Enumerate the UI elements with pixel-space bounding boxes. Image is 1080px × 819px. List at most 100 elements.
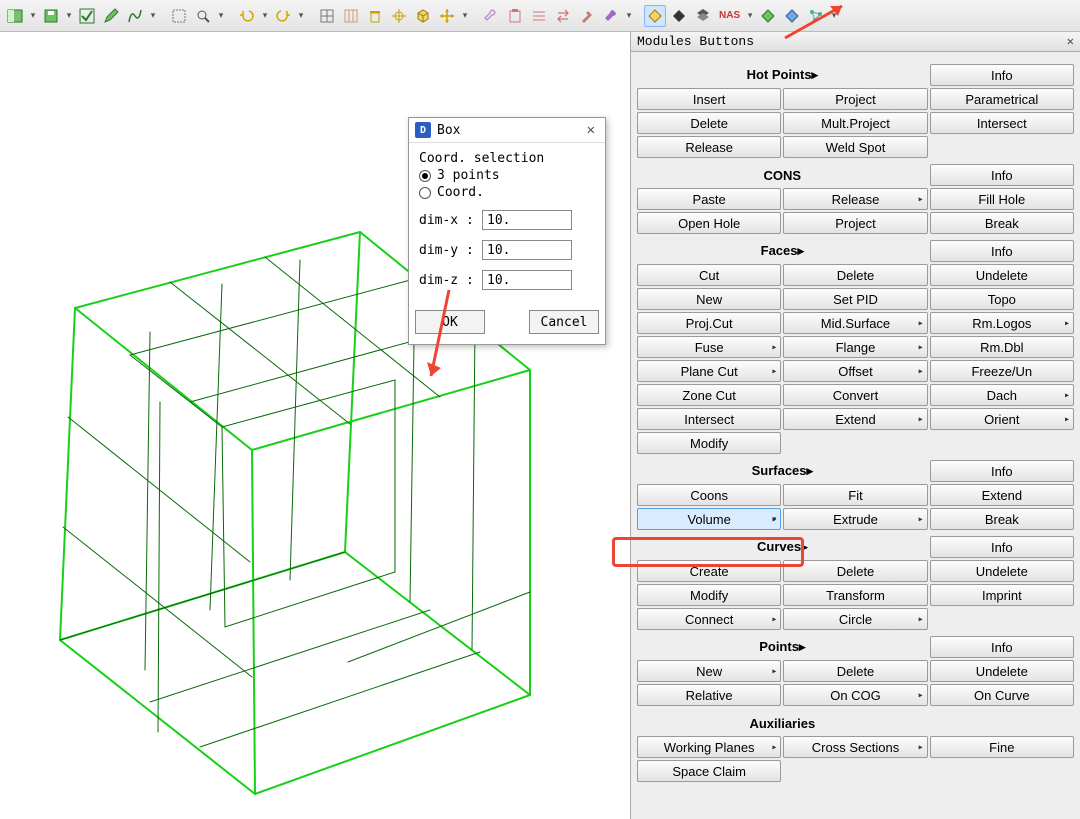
cmd-space-claim[interactable]: Space Claim (637, 760, 781, 782)
trash-icon[interactable] (364, 5, 386, 27)
section-header[interactable]: CONS (637, 164, 928, 186)
cmd-parametrical[interactable]: Parametrical (930, 88, 1074, 110)
cmd-insert[interactable]: Insert (637, 88, 781, 110)
cmd-rm-logos[interactable]: Rm.Logos▸ (930, 312, 1074, 334)
cmd-imprint[interactable]: Imprint (930, 584, 1074, 606)
clipboard-icon[interactable] (504, 5, 526, 27)
radio-coord[interactable]: Coord. (419, 185, 595, 200)
diamond-green-icon[interactable] (757, 5, 779, 27)
dimx-input[interactable] (482, 210, 572, 230)
radio-3points[interactable]: 3 points (419, 168, 595, 183)
panel-icon[interactable] (4, 5, 26, 27)
chevron-down-icon[interactable]: ▾ (745, 5, 755, 27)
pencil-icon[interactable] (100, 5, 122, 27)
ok-button[interactable]: OK (415, 310, 485, 334)
cmd-circle[interactable]: Circle▸ (783, 608, 927, 630)
cmd-break[interactable]: Break (930, 212, 1074, 234)
cancel-button[interactable]: Cancel (529, 310, 599, 334)
cmd-release[interactable]: Release (637, 136, 781, 158)
cmd-delete[interactable]: Delete (783, 264, 927, 286)
cmd-offset[interactable]: Offset▸ (783, 360, 927, 382)
dimz-input[interactable] (482, 270, 572, 290)
cmd-weld-spot[interactable]: Weld Spot (783, 136, 927, 158)
cmd-cut[interactable]: Cut (637, 264, 781, 286)
panel-titlebar[interactable]: Modules Buttons ✕ (631, 32, 1080, 52)
cmd-open-hole[interactable]: Open Hole (637, 212, 781, 234)
align-icon[interactable] (528, 5, 550, 27)
chevron-down-icon[interactable]: ▾ (260, 5, 270, 27)
cmd-freeze-un[interactable]: Freeze/Un (930, 360, 1074, 382)
cmd-paste[interactable]: Paste (637, 188, 781, 210)
undo-icon[interactable] (236, 5, 258, 27)
cmd-new[interactable]: New▸ (637, 660, 781, 682)
cmd-orient[interactable]: Orient▸ (930, 408, 1074, 430)
cmd-extrude[interactable]: Extrude▸ (783, 508, 927, 530)
cmd-delete[interactable]: Delete (783, 560, 927, 582)
cmd-new[interactable]: New (637, 288, 781, 310)
section-header[interactable]: Faces▸ (637, 240, 928, 262)
dimy-input[interactable] (482, 240, 572, 260)
cmd-undelete[interactable]: Undelete (930, 660, 1074, 682)
chevron-down-icon[interactable]: ▾ (296, 5, 306, 27)
wrench-icon[interactable] (480, 5, 502, 27)
cmd-fit[interactable]: Fit (783, 484, 927, 506)
diamond-black-icon[interactable] (668, 5, 690, 27)
section-header[interactable]: Hot Points▸ (637, 64, 928, 86)
cmd-fill-hole[interactable]: Fill Hole (930, 188, 1074, 210)
chevron-down-icon[interactable]: ▾ (624, 5, 634, 27)
cmd-extend[interactable]: Extend▸ (783, 408, 927, 430)
chevron-down-icon[interactable]: ▾ (64, 5, 74, 27)
cmd-on-cog[interactable]: On COG▸ (783, 684, 927, 706)
swap-icon[interactable] (552, 5, 574, 27)
cmd-mult-project[interactable]: Mult.Project (783, 112, 927, 134)
cmd-rm-dbl[interactable]: Rm.Dbl (930, 336, 1074, 358)
cmd-modify[interactable]: Modify (637, 432, 781, 454)
cmd-project[interactable]: Project (783, 212, 927, 234)
chevron-down-icon[interactable]: ▾ (148, 5, 158, 27)
cmd-delete[interactable]: Delete (637, 112, 781, 134)
info-button[interactable]: Info (930, 240, 1074, 262)
target-icon[interactable] (388, 5, 410, 27)
cmd-proj-cut[interactable]: Proj.Cut (637, 312, 781, 334)
cube-icon[interactable] (412, 5, 434, 27)
info-button[interactable]: Info (930, 164, 1074, 186)
cmd-plane-cut[interactable]: Plane Cut▸ (637, 360, 781, 382)
section-header[interactable]: Curves▸ (637, 536, 928, 558)
chevron-down-icon[interactable]: ▾ (460, 5, 470, 27)
cmd-extend[interactable]: Extend (930, 484, 1074, 506)
cmd-release[interactable]: Release▸ (783, 188, 927, 210)
diamond-blue-icon[interactable] (781, 5, 803, 27)
cmd-project[interactable]: Project (783, 88, 927, 110)
diamond-yellow-icon[interactable] (644, 5, 666, 27)
cmd-undelete[interactable]: Undelete (930, 264, 1074, 286)
cmd-create[interactable]: Create (637, 560, 781, 582)
zoom-icon[interactable] (192, 5, 214, 27)
cmd-coons[interactable]: Coons (637, 484, 781, 506)
cmd-delete[interactable]: Delete (783, 660, 927, 682)
hammer-icon[interactable] (576, 5, 598, 27)
chevron-down-icon[interactable]: ▾ (829, 5, 839, 27)
info-button[interactable]: Info (930, 536, 1074, 558)
cmd-dach[interactable]: Dach▸ (930, 384, 1074, 406)
chevron-down-icon[interactable]: ▾ (216, 5, 226, 27)
cmd-modify[interactable]: Modify (637, 584, 781, 606)
section-header[interactable]: Points▸ (637, 636, 928, 658)
cmd-convert[interactable]: Convert (783, 384, 927, 406)
cmd-intersect[interactable]: Intersect (637, 408, 781, 430)
graph-icon[interactable] (805, 5, 827, 27)
cmd-on-curve[interactable]: On Curve (930, 684, 1074, 706)
info-button[interactable]: Info (930, 636, 1074, 658)
close-icon[interactable]: ✕ (1067, 34, 1074, 49)
section-header[interactable]: Auxiliaries (637, 712, 928, 734)
info-button[interactable]: Info (930, 64, 1074, 86)
cmd-volume[interactable]: Volume▸▾ (637, 508, 781, 530)
info-button[interactable]: Info (930, 460, 1074, 482)
cmd-flange[interactable]: Flange▸ (783, 336, 927, 358)
cmd-fuse[interactable]: Fuse▸ (637, 336, 781, 358)
move-icon[interactable] (436, 5, 458, 27)
cmd-mid-surface[interactable]: Mid.Surface▸ (783, 312, 927, 334)
grid-icon[interactable] (316, 5, 338, 27)
cmd-undelete[interactable]: Undelete (930, 560, 1074, 582)
redo-icon[interactable] (272, 5, 294, 27)
cmd-intersect[interactable]: Intersect (930, 112, 1074, 134)
